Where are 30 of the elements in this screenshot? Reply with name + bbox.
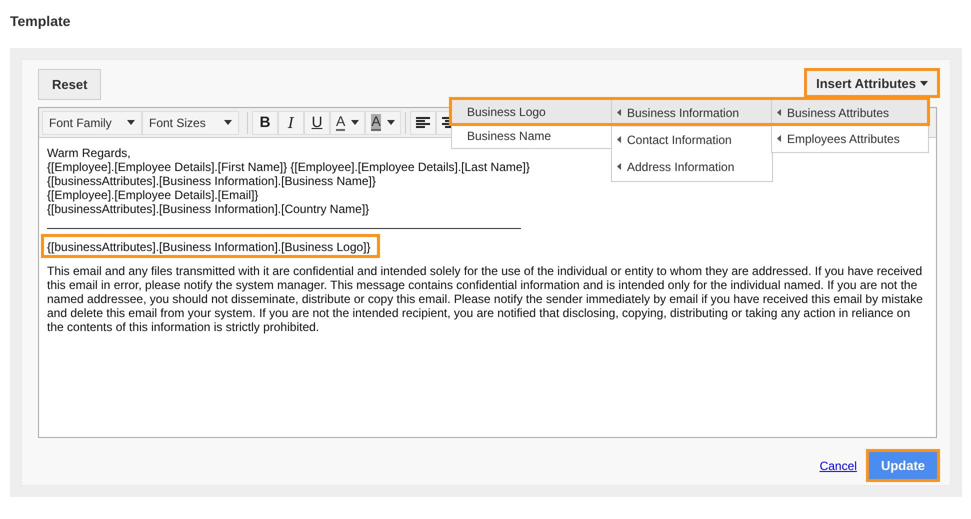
menu-item[interactable]: Address Information — [612, 154, 772, 181]
underline-button[interactable]: U — [304, 110, 330, 134]
caret-icon — [224, 120, 232, 125]
bold-button[interactable]: B — [252, 110, 278, 134]
menu-item[interactable]: Employees Attributes — [772, 126, 928, 152]
cancel-link[interactable]: Cancel — [820, 458, 857, 472]
text-line: {[Employee].[Employee Details].[First Name]} {[Employee].[Employee Details].[Last Name]} — [47, 160, 530, 174]
text-line: {[businessAttributes].[Business Information].[Business Name]} — [47, 174, 376, 188]
menu-item[interactable]: Business Logo — [452, 100, 612, 124]
menu-item[interactable]: Contact Information — [612, 127, 772, 154]
highlight-color-button[interactable]: A — [365, 110, 401, 134]
caret-icon — [386, 120, 395, 125]
rich-text-editor[interactable] — [38, 107, 937, 438]
dropdown[interactable]: Font Sizes — [142, 110, 239, 134]
caret-icon — [127, 120, 135, 125]
caret-icon — [351, 120, 360, 125]
text-line: Warm Regards, — [47, 146, 131, 160]
italic-button[interactable]: I — [278, 110, 304, 134]
caret-icon — [920, 80, 928, 86]
dropdown[interactable]: Font Family — [42, 110, 142, 134]
align-left-icon[interactable] — [416, 117, 430, 128]
disclaimer-paragraph: This email and any files transmitted with it are confidential and intended solely for the use of the individual or entity to whom they are addressed. If you have received this email in error, please notify the system manager. This message contains confidential information and is intended only for the individual named. If you are not the named addressee, you should not disseminate, distribute or copy this email. Please notify the sender immediately by email if you have received this email by mistake and delete this email from your system. If you are not the intended recipient, you are notified that disclosing, copying, distributing or taking any action in reliance on the contents of this information is strictly prohibited. — [47, 264, 924, 334]
text-line: {[Employee].[Employee Details].[Email]} — [47, 188, 258, 202]
page-title: Template — [10, 13, 72, 31]
reset-button[interactable]: Reset — [38, 69, 102, 100]
insert-attributes-button[interactable]: Insert Attributes — [805, 69, 939, 97]
text-line: {[businessAttributes].[Business Information].[Business Logo]} — [42, 235, 379, 257]
text-color-button[interactable]: A — [330, 110, 366, 134]
menu-item[interactable]: Business Name — [452, 124, 612, 148]
text-line: {[businessAttributes].[Business Information].[Country Name]} — [47, 202, 370, 216]
